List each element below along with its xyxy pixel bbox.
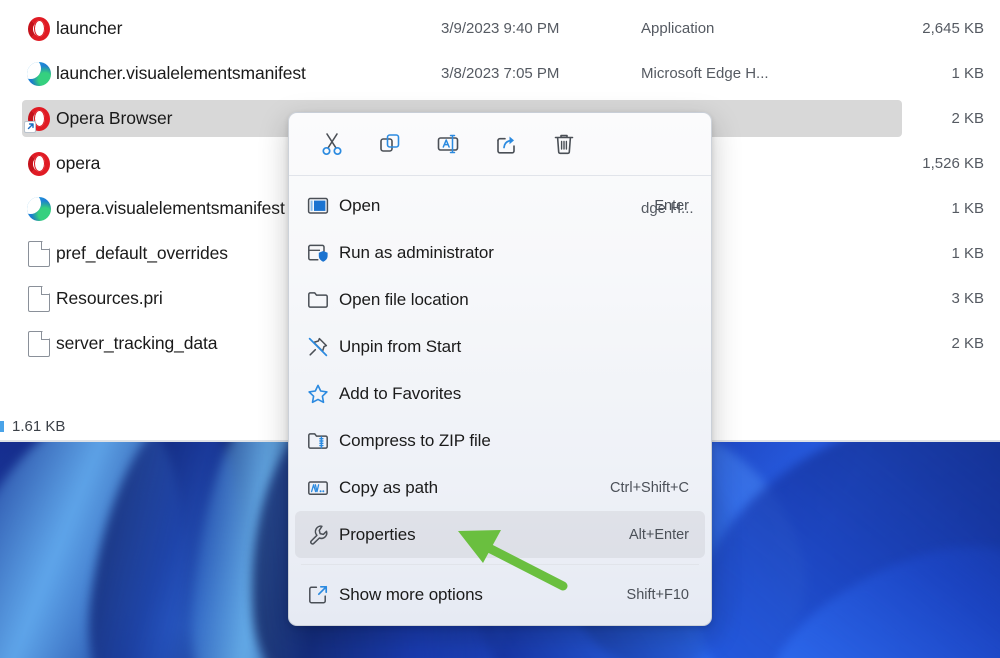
status-accent-tick: [0, 421, 4, 432]
copy-path-icon: [307, 477, 329, 499]
context-menu[interactable]: Open Enter Run as administrator Open file…: [288, 112, 712, 626]
share-icon: [493, 131, 519, 157]
file-icon-cell: [22, 106, 56, 133]
file-size-cell: 2,645 KB: [922, 20, 984, 37]
edge-icon: [26, 196, 52, 222]
opera-icon: [26, 16, 52, 42]
star-icon: [307, 383, 329, 405]
opera-shortcut-icon: [24, 106, 52, 133]
menu-item-show-more[interactable]: Show more options Shift+F10: [295, 571, 705, 618]
menu-item-icon: [307, 383, 339, 405]
wrench-icon: [307, 524, 329, 546]
document-icon: [28, 330, 50, 357]
file-name-cell: Resources.pri: [56, 288, 163, 308]
file-name-cell: pref_default_overrides: [56, 243, 228, 263]
opera-inner: [33, 20, 45, 37]
edge-icon: [26, 61, 52, 87]
file-name-cell: launcher.visualelementsmanifest: [56, 63, 306, 83]
zip-folder-icon: [307, 430, 329, 452]
delete-icon: [551, 131, 577, 157]
menu-item-copy-as-path[interactable]: Copy as path Ctrl+Shift+C: [295, 464, 705, 511]
file-name-cell: opera: [56, 153, 101, 173]
shortcut-arrow-icon: [24, 120, 36, 133]
edge-swoosh: [27, 196, 51, 221]
file-icon-cell: [22, 151, 56, 177]
menu-item-accelerator: Alt+Enter: [628, 526, 689, 543]
file-name-cell: launcher: [56, 18, 123, 38]
file-name-cell: server_tracking_data: [56, 333, 218, 353]
file-date-cell: 3/8/2023 7:05 PM: [441, 65, 560, 82]
file-type-cell: Microsoft Edge H...: [641, 65, 769, 82]
file-size-cell: 2 KB: [951, 335, 984, 352]
opera-inner: [33, 155, 45, 172]
menu-item-label: Copy as path: [339, 477, 438, 497]
file-type-cell: dge H...: [641, 200, 694, 217]
opera-icon: [26, 151, 52, 177]
file-icon-cell: [22, 196, 56, 222]
document-icon: [28, 240, 50, 267]
menu-item-label: Show more options: [339, 584, 483, 604]
file-name-cell: opera.visualelementsmanifest: [56, 198, 285, 218]
delete-button[interactable]: [535, 123, 593, 165]
menu-item-compress-zip[interactable]: Compress to ZIP file: [295, 417, 705, 464]
file-size-cell: 2 KB: [951, 110, 984, 127]
file-size-cell: 1 KB: [951, 200, 984, 217]
menu-item-label: Compress to ZIP file: [339, 430, 491, 450]
menu-item-label: Properties: [339, 524, 416, 544]
file-icon-cell: [22, 61, 56, 87]
edge-cut: [27, 61, 41, 79]
file-icon-cell: [22, 285, 56, 312]
file-size-cell: 1 KB: [951, 245, 984, 262]
menu-item-icon: [307, 477, 339, 499]
file-name-cell: Opera Browser: [56, 108, 173, 128]
file-size-cell: 1 KB: [951, 65, 984, 82]
file-type-cell: Application: [641, 20, 715, 37]
menu-item-icon: [307, 430, 339, 452]
menu-item-add-favorites[interactable]: Add to Favorites: [295, 370, 705, 417]
menu-separator: [289, 175, 711, 176]
file-icon-cell: [22, 330, 56, 357]
menu-separator: [301, 564, 699, 565]
file-date-cell: 3/9/2023 9:40 PM: [441, 20, 560, 37]
status-size-text: 1.61 KB: [12, 418, 66, 435]
menu-item-properties[interactable]: Properties Alt+Enter: [295, 511, 705, 558]
show-more-icon: [307, 584, 329, 606]
screen: launcher 3/9/2023 9:40 PM Application 2,645…: [0, 0, 1000, 658]
document-icon: [28, 285, 50, 312]
table-row[interactable]: launcher 3/9/2023 9:40 PM Application 2,645…: [0, 6, 1000, 51]
menu-item-accelerator: Shift+F10: [626, 586, 689, 603]
share-button[interactable]: [477, 123, 535, 165]
file-size-cell: 3 KB: [951, 290, 984, 307]
file-size-cell: 1,526 KB: [922, 155, 984, 172]
menu-item-icon: [307, 524, 339, 546]
menu-item-label: Add to Favorites: [339, 383, 462, 403]
table-row[interactable]: launcher.visualelementsmanifest 3/8/2023 …: [0, 51, 1000, 96]
edge-cut: [27, 196, 41, 214]
file-icon-cell: [22, 240, 56, 267]
menu-item-icon: [307, 584, 339, 606]
file-icon-cell: [22, 16, 56, 42]
edge-swoosh: [27, 61, 51, 86]
menu-item-accelerator: Ctrl+Shift+C: [610, 479, 689, 496]
